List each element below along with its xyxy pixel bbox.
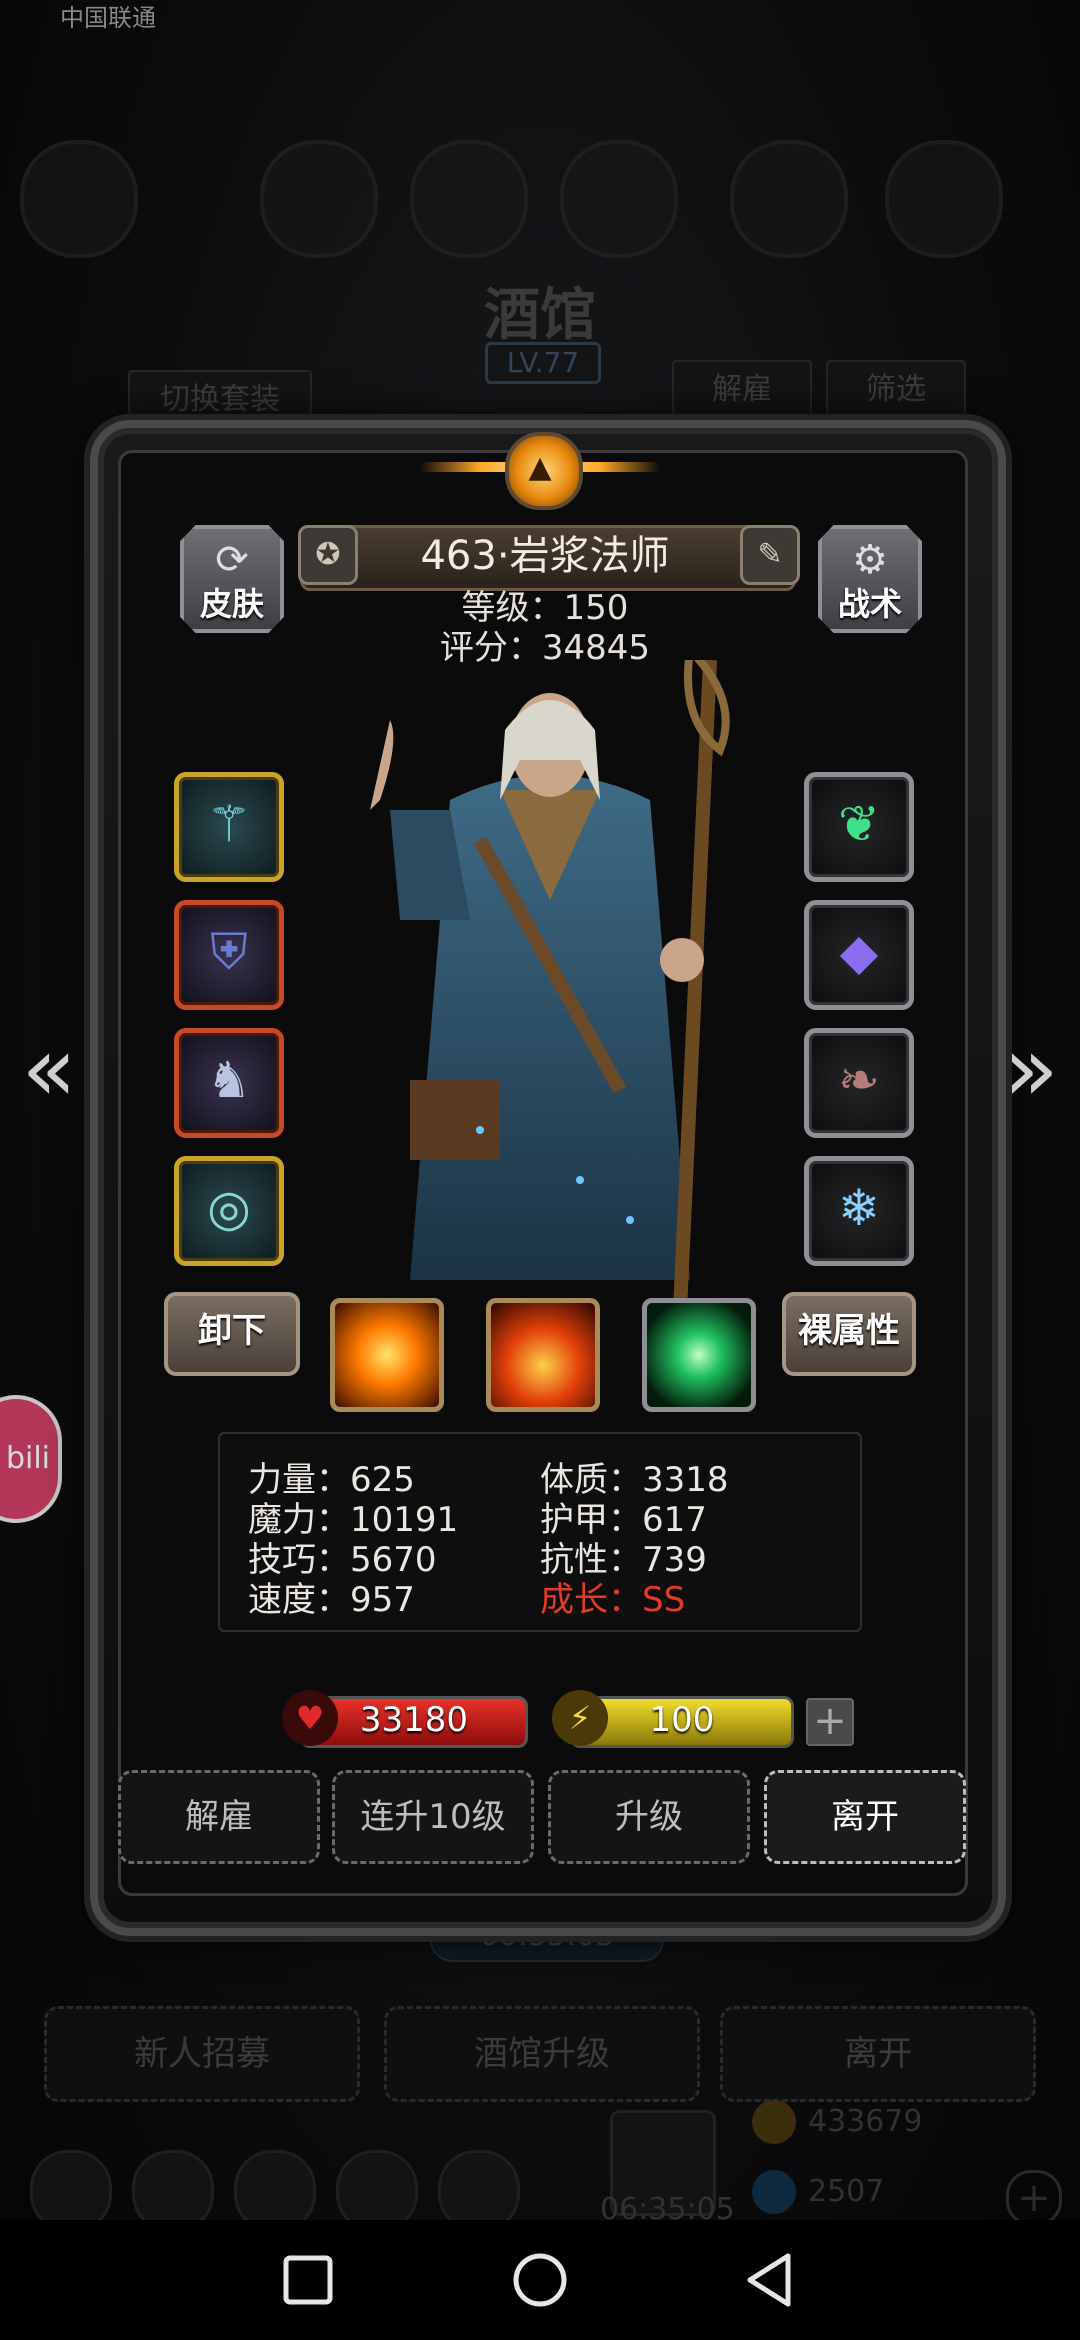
green-crystal-skill-icon[interactable] [642, 1298, 756, 1412]
back-icon[interactable] [740, 2250, 800, 2310]
bg-dismiss-button[interactable]: 解雇 [672, 360, 812, 420]
next-hero-arrow-icon[interactable]: » [996, 1020, 1066, 1120]
bg-slot-icon-2 [410, 140, 528, 258]
naked-attributes-button[interactable]: 裸属性 [782, 1292, 916, 1376]
ice-crystal-icon: ❄ [838, 1179, 880, 1237]
equip-slot-accessory-2[interactable]: ◆ [804, 900, 914, 1010]
ring-icon: ◎ [207, 1179, 251, 1237]
hero-portrait [370, 660, 730, 1310]
tavern-title: 酒馆 [484, 282, 596, 348]
bg-slot-icon-3 [560, 140, 678, 258]
lightning-icon: ⚡ [552, 1690, 608, 1746]
rename-edit-icon[interactable]: ✎ [740, 525, 800, 585]
leave-button[interactable]: 离开 [764, 1770, 966, 1864]
equip-slot-weapon[interactable]: ⚚ [174, 772, 284, 882]
tavern-level: LV.77 [485, 342, 601, 384]
gold-count: 433679 [808, 2104, 923, 2139]
crest-emblem-icon [505, 432, 583, 510]
dismiss-button[interactable]: 解雇 [118, 1770, 320, 1864]
fire-skill-icon[interactable] [486, 1298, 600, 1412]
skin-button[interactable]: ⟳ 皮肤 [180, 525, 284, 633]
equip-slot-helm[interactable]: ♞ [174, 1028, 284, 1138]
tactics-button-label: 战术 [837, 585, 902, 623]
bg-hero-portrait-icon [20, 140, 138, 258]
bg-leave-button[interactable]: 离开 [720, 2006, 1036, 2102]
gear-icon: ⚙ [852, 537, 888, 583]
skin-swap-icon: ⟳ [215, 537, 249, 583]
bg-filter-button[interactable]: 筛选 [826, 360, 966, 420]
unequip-button[interactable]: 卸下 [164, 1292, 300, 1376]
feather-icon: ❧ [838, 1051, 880, 1109]
green-spirit-icon: ❦ [838, 795, 880, 853]
explosion-skill-icon[interactable] [330, 1298, 444, 1412]
home-icon[interactable] [510, 2250, 570, 2310]
equip-slot-accessory-3[interactable]: ❧ [804, 1028, 914, 1138]
equip-slot-accessory-1[interactable]: ❦ [804, 772, 914, 882]
bg-slot-icon-4 [730, 140, 848, 258]
gold-coin-icon [752, 2100, 796, 2144]
bilibili-float-badge[interactable]: bili [0, 1395, 62, 1523]
heart-icon: ♥ [282, 1690, 338, 1746]
staff-icon: ⚚ [206, 795, 252, 853]
add-energy-button[interactable]: + [806, 1698, 854, 1746]
tactics-button[interactable]: ⚙ 战术 [818, 525, 922, 633]
purple-gem-icon: ◆ [839, 923, 879, 981]
skin-button-label: 皮肤 [199, 585, 264, 623]
stat-speed: 速度：957 [248, 1580, 415, 1620]
gem-icon [752, 2170, 796, 2214]
bg-slot-icon-1 [260, 140, 378, 258]
new-recruit-button[interactable]: 新人招募 [44, 2006, 360, 2102]
equip-slot-armor[interactable]: ⛨ [174, 900, 284, 1010]
hero-name: 463·岩浆法师 [420, 533, 670, 579]
equip-slot-ring[interactable]: ◎ [174, 1156, 284, 1266]
equip-slot-accessory-4[interactable]: ❄ [804, 1156, 914, 1266]
level-up-10-button[interactable]: 连升10级 [332, 1770, 534, 1864]
armor-icon: ⛨ [210, 923, 248, 981]
prev-hero-arrow-icon[interactable]: « [14, 1020, 84, 1120]
stat-growth: 成长：SS [540, 1580, 686, 1620]
tavern-upgrade-button[interactable]: 酒馆升级 [384, 2006, 700, 2102]
gem-count: 2507 [808, 2174, 885, 2209]
bg-slot-icon-5 [885, 140, 1003, 258]
level-up-button[interactable]: 升级 [548, 1770, 750, 1864]
bg-add-icon[interactable]: + [1006, 2170, 1062, 2226]
carrier-label: 中国联通 [60, 4, 156, 32]
recent-apps-icon[interactable] [278, 2250, 338, 2310]
dragon-helm-icon: ♞ [206, 1051, 252, 1109]
